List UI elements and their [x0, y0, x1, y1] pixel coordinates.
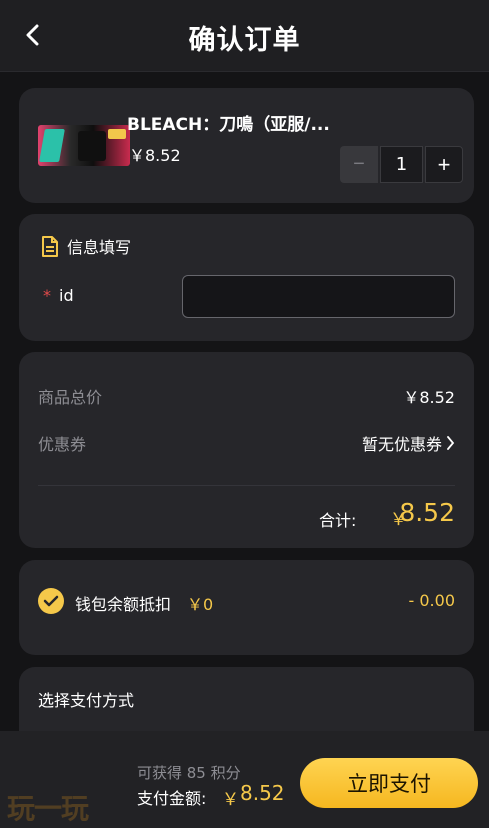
pay-now-button[interactable]: 立即支付: [300, 758, 478, 808]
wallet-deduction: - 0.00: [408, 591, 455, 610]
increase-quantity-button[interactable]: +: [425, 146, 463, 183]
product-price: ￥8.52: [129, 146, 181, 165]
wallet-balance: ￥0: [187, 595, 214, 614]
info-section-header: 信息填写: [41, 234, 131, 258]
quantity-value[interactable]: 1: [380, 146, 423, 183]
checkmark-icon: [43, 595, 59, 607]
price-summary-card: 商品总价 ￥8.52 优惠券 暂无优惠券 合计: ￥ 8.52: [19, 352, 474, 548]
pay-amount-value: 8.52: [240, 781, 285, 805]
divider: [38, 485, 455, 486]
coupon-selector[interactable]: 暂无优惠券: [362, 431, 455, 455]
product-name: BLEACH：刀鳴（亚服/...: [127, 115, 330, 135]
pay-amount-currency: ￥: [222, 790, 239, 810]
wallet-label: 钱包余额抵扣: [75, 595, 172, 614]
wallet-card: 钱包余额抵扣 ￥0 - 0.00: [19, 560, 474, 655]
top-bar: 确认订单: [0, 0, 489, 72]
pay-amount-label: 支付金额:: [137, 789, 207, 808]
points-text: 可获得 85 积分: [137, 764, 241, 782]
page-title: 确认订单: [188, 25, 301, 56]
total-value: 8.52: [399, 498, 455, 527]
info-card: 信息填写 * id: [19, 214, 474, 341]
subtotal-value: ￥8.52: [403, 388, 455, 407]
id-input[interactable]: [182, 275, 455, 318]
total-label: 合计:: [319, 511, 357, 530]
decrease-quantity-button[interactable]: −: [340, 146, 378, 183]
chevron-right-icon: [447, 436, 455, 450]
bottom-bar: 玩一玩 可获得 85 积分 支付金额: ￥ 8.52 立即支付: [0, 731, 489, 828]
payment-method-title: 选择支付方式: [38, 691, 135, 710]
required-mark: *: [43, 286, 51, 305]
coupon-value: 暂无优惠券: [361, 435, 442, 454]
info-section-title: 信息填写: [67, 238, 132, 257]
id-field-label: * id: [43, 286, 74, 305]
id-label-text: id: [59, 286, 74, 305]
coupon-label: 优惠券: [38, 435, 87, 454]
quantity-stepper: − 1 +: [340, 146, 463, 183]
wallet-checkbox[interactable]: [38, 588, 64, 614]
document-icon: [42, 235, 58, 257]
subtotal-label: 商品总价: [38, 388, 103, 407]
watermark-logo: 玩一玩: [7, 792, 89, 825]
product-thumbnail: [38, 125, 130, 166]
product-card: BLEACH：刀鳴（亚服/... ￥8.52 − 1 +: [19, 88, 474, 203]
